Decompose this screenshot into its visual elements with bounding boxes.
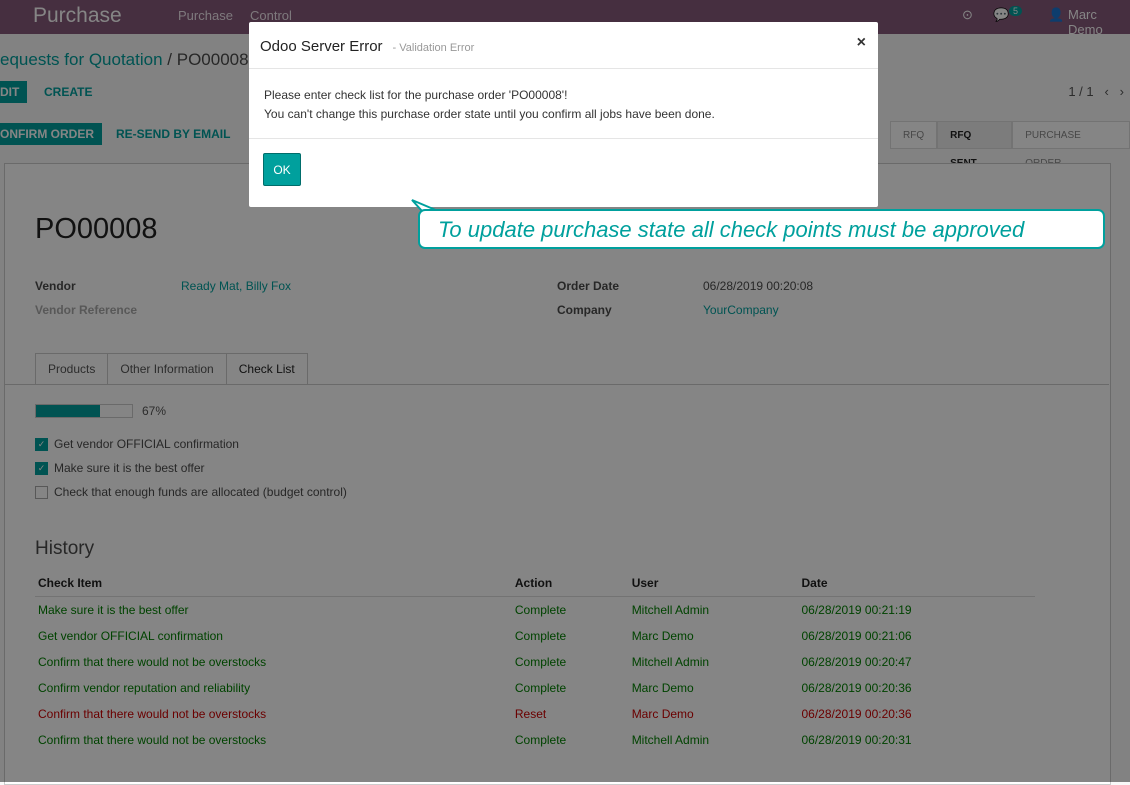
dialog-header: Odoo Server Error - Validation Error × [249, 22, 878, 69]
dialog-title-text: Odoo Server Error [260, 38, 383, 55]
error-message-line: You can't change this purchase order sta… [264, 107, 715, 121]
callout-text: To update purchase state all check point… [438, 217, 1025, 242]
dialog-body: Please enter check list for the purchase… [264, 86, 715, 124]
dialog-footer-divider [249, 138, 878, 139]
ok-button[interactable]: OK [263, 153, 301, 186]
dialog-subtitle: - Validation Error [392, 42, 475, 54]
error-dialog: Odoo Server Error - Validation Error × Pl… [249, 22, 878, 207]
error-message-line: Please enter check list for the purchase… [264, 88, 568, 102]
dialog-title: Odoo Server Error - Validation Error [260, 38, 474, 55]
close-icon[interactable]: × [857, 34, 866, 52]
annotation-callout: To update purchase state all check point… [418, 209, 1105, 249]
